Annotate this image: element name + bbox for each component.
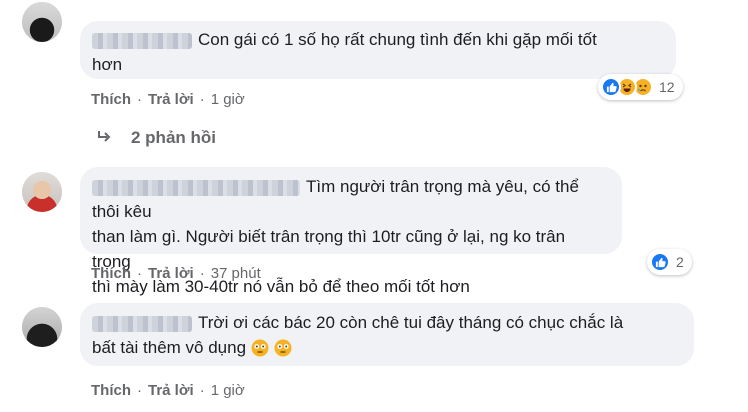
replies-label: 2 phản hồi (131, 128, 216, 147)
flushed-emoji (251, 339, 269, 364)
comment-text: bất tài thêm vô dụng (92, 338, 247, 357)
author-name[interactable] (92, 32, 192, 49)
like-icon (650, 252, 670, 272)
timestamp[interactable]: 37 phút (211, 265, 261, 282)
comment-text: Trời ơi các bác 20 còn chê tui đây tháng… (198, 313, 624, 332)
view-replies-link[interactable]: 2 phản hồi (97, 128, 216, 148)
reaction-count: 12 (659, 79, 675, 95)
comment-bubble: Trời ơi các bác 20 còn chê tui đây tháng… (80, 303, 694, 366)
reply-button[interactable]: Trả lời (148, 265, 194, 282)
like-button[interactable]: Thích (91, 265, 131, 282)
like-button[interactable]: Thích (91, 382, 131, 399)
reply-button[interactable]: Trả lời (148, 91, 194, 108)
comment-text: Con gái có 1 số họ rất chung tình đến kh… (198, 30, 597, 49)
reply-arrow-icon (97, 128, 111, 148)
timestamp[interactable]: 1 giờ (211, 91, 245, 108)
reply-button[interactable]: Trả lời (148, 382, 194, 399)
like-icon (601, 77, 621, 97)
comment-bubble: Tìm người trân trọng mà yêu, có thể thôi… (80, 167, 622, 296)
reaction-summary[interactable]: 2 (647, 249, 692, 275)
comment-2: Tìm người trân trọng mà yêu, có thể thôi… (0, 150, 748, 296)
reaction-summary[interactable]: 12 (598, 74, 683, 100)
avatar[interactable] (22, 307, 62, 347)
author-name[interactable] (92, 315, 192, 332)
author-name[interactable] (92, 179, 300, 196)
comment-3: Trời ơi các bác 20 còn chê tui đây tháng… (0, 290, 748, 412)
avatar[interactable] (22, 172, 62, 212)
like-button[interactable]: Thích (91, 91, 131, 108)
timestamp[interactable]: 1 giờ (211, 382, 245, 399)
comment-actions: Thích · Trả lời · 1 giờ (91, 381, 245, 399)
flushed-emoji (274, 339, 292, 364)
comment-bubble: Con gái có 1 số họ rất chung tình đến kh… (80, 21, 676, 79)
comment-actions: Thích · Trả lời · 1 giờ (91, 90, 245, 108)
reaction-count: 2 (676, 254, 684, 270)
avatar[interactable] (22, 2, 62, 42)
comment-actions: Thích · Trả lời · 37 phút (91, 264, 261, 282)
comment-text: hơn (92, 55, 123, 74)
comment-1: Con gái có 1 số họ rất chung tình đến kh… (0, 0, 748, 150)
